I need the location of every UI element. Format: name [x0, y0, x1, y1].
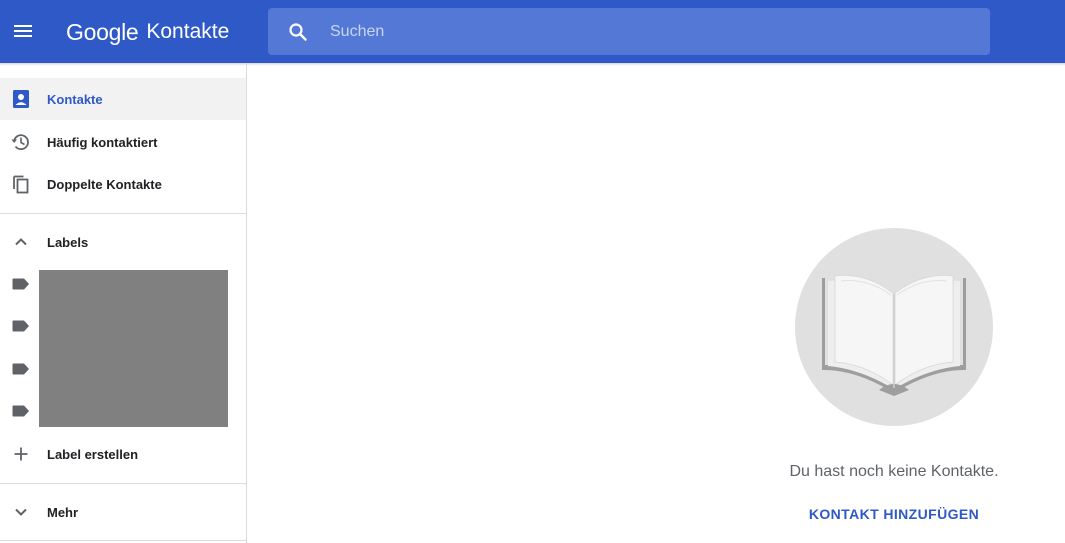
more-label: Mehr — [47, 504, 79, 520]
main-content: Du hast noch keine Kontakte. KONTAKT HIN… — [248, 63, 1065, 543]
main-menu-button[interactable] — [4, 12, 42, 50]
create-label-text: Label erstellen — [47, 446, 139, 462]
redacted-labels-block — [39, 270, 228, 427]
sidebar-item-label: Doppelte Kontakte — [47, 176, 162, 192]
sidebar-divider — [0, 213, 246, 214]
empty-state-message: Du hast noch keine Kontakte. — [789, 463, 999, 480]
search-icon[interactable] — [286, 20, 310, 44]
product-name: Kontakte — [146, 20, 230, 43]
labels-heading: Labels — [47, 234, 89, 250]
create-label-button[interactable]: Label erstellen — [0, 433, 246, 475]
open-book-icon — [795, 228, 993, 426]
sidebar-item-frequently-contacted[interactable]: Häufig kontaktiert — [0, 121, 246, 163]
sidebar: Kontakte Häufig kontaktiert Doppelte Kon… — [0, 63, 247, 543]
google-wordmark: Google — [66, 18, 139, 45]
label-icon[interactable] — [12, 278, 30, 290]
app-logo[interactable]: Google Kontakte — [66, 15, 229, 49]
sidebar-divider — [0, 540, 246, 541]
chevron-down-icon — [10, 501, 32, 523]
sidebar-item-contacts[interactable]: Kontakte — [0, 78, 246, 120]
app-header: Google Kontakte — [0, 0, 1065, 63]
history-icon — [10, 131, 32, 153]
chevron-up-icon — [10, 231, 32, 253]
sidebar-item-duplicates[interactable]: Doppelte Kontakte — [0, 163, 246, 205]
label-icon[interactable] — [12, 320, 30, 332]
search-input[interactable] — [330, 8, 950, 55]
sidebar-divider — [0, 483, 246, 484]
hamburger-menu-icon — [14, 25, 32, 37]
label-icon[interactable] — [12, 405, 30, 417]
sidebar-item-label: Häufig kontaktiert — [47, 134, 158, 150]
contacts-icon — [10, 88, 32, 110]
add-contact-button[interactable]: KONTAKT HINZUFÜGEN — [803, 498, 985, 530]
labels-section-toggle[interactable]: Labels — [0, 221, 246, 263]
copy-icon — [10, 173, 32, 195]
search-bar — [268, 8, 990, 55]
sidebar-item-label: Kontakte — [47, 91, 103, 107]
label-icon[interactable] — [12, 363, 30, 375]
more-section-toggle[interactable]: Mehr — [0, 491, 246, 533]
plus-icon — [10, 443, 32, 465]
